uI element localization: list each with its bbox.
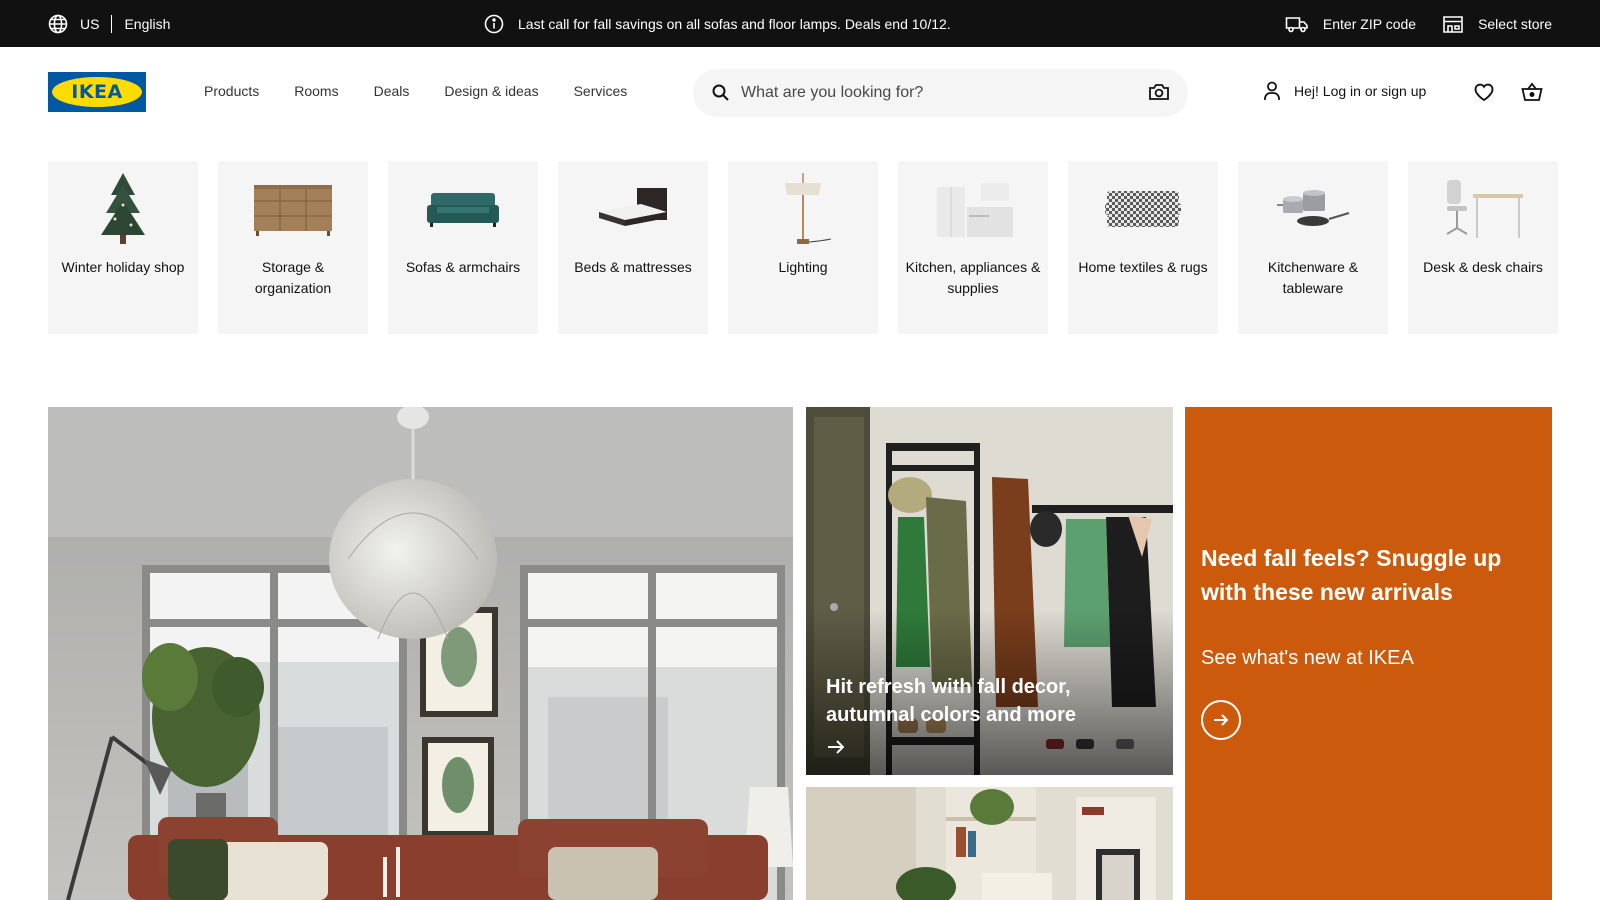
category-label: Lighting xyxy=(778,259,828,275)
category-tile-lighting[interactable]: Lighting xyxy=(728,161,878,334)
person-icon xyxy=(1262,80,1282,102)
category-tile-kitchen[interactable]: Kitchen, appliances & supplies xyxy=(898,161,1048,334)
zip-code-button[interactable]: Enter ZIP code xyxy=(1285,14,1416,34)
country-label[interactable]: US xyxy=(80,16,99,32)
dresser-image xyxy=(218,161,368,257)
nav-item-products[interactable]: Products xyxy=(204,80,259,102)
globe-icon xyxy=(48,14,68,34)
heart-icon[interactable] xyxy=(1473,82,1495,102)
search-icon[interactable] xyxy=(711,83,731,103)
select-store-button[interactable]: Select store xyxy=(1442,14,1552,34)
category-label: Kitchen, appliances & supplies xyxy=(905,259,1041,296)
arrow-right-icon[interactable] xyxy=(826,737,846,757)
top-promo-bar: US English Last call for fall savings on… xyxy=(0,0,1600,47)
nav-item-rooms[interactable]: Rooms xyxy=(294,80,338,102)
nav-item-deals[interactable]: Deals xyxy=(374,80,410,102)
category-label: Beds & mattresses xyxy=(574,259,692,275)
category-tile-beds[interactable]: Beds & mattresses xyxy=(558,161,708,334)
camera-icon[interactable] xyxy=(1148,82,1170,102)
logo-oval: IKEA xyxy=(52,77,142,107)
new-arrivals-card[interactable]: Need fall feels? Snuggle up with these n… xyxy=(1185,407,1552,900)
account-label: Hej! Log in or sign up xyxy=(1294,83,1427,99)
bed-image xyxy=(558,161,708,257)
category-tile-kitchenware[interactable]: Kitchenware & tableware xyxy=(1238,161,1388,334)
category-label: Desk & desk chairs xyxy=(1423,259,1543,275)
category-tile-sofas[interactable]: Sofas & armchairs xyxy=(388,161,538,334)
desk-chair-image xyxy=(1408,161,1558,257)
search-bar xyxy=(693,69,1188,117)
category-tile-textiles[interactable]: Home textiles & rugs xyxy=(1068,161,1218,334)
christmas-tree-image xyxy=(48,161,198,257)
search-input[interactable] xyxy=(741,79,1121,107)
promo-text: Last call for fall savings on all sofas … xyxy=(518,15,951,32)
new-arrivals-subtitle: See what's new at IKEA xyxy=(1201,647,1414,669)
locale-divider xyxy=(111,14,113,33)
category-label: Sofas & armchairs xyxy=(405,259,521,275)
locale-selector[interactable]: US English xyxy=(48,0,170,47)
category-row: Winter holiday shop Storage & organizati… xyxy=(48,161,1558,334)
sofa-image xyxy=(388,161,538,257)
cart-icon[interactable] xyxy=(1521,82,1543,102)
truck-icon xyxy=(1285,14,1309,34)
interior-shelf-card[interactable] xyxy=(806,787,1173,900)
nav-item-design-ideas[interactable]: Design & ideas xyxy=(444,80,538,102)
category-tile-winter-holiday[interactable]: Winter holiday shop xyxy=(48,161,198,334)
new-arrivals-title: Need fall feels? Snuggle up with these n… xyxy=(1201,545,1502,605)
main-nav: Products Rooms Deals Design & ideas Serv… xyxy=(204,80,627,102)
logo-text: IKEA xyxy=(71,81,123,103)
category-label: Storage & organization xyxy=(254,259,332,296)
category-tile-desks[interactable]: Desk & desk chairs xyxy=(1408,161,1558,334)
kitchen-image xyxy=(898,161,1048,257)
zip-code-label: Enter ZIP code xyxy=(1322,15,1417,32)
floor-lamp-image xyxy=(728,161,878,257)
category-label: Home textiles & rugs xyxy=(1078,259,1208,275)
promo-message[interactable]: Last call for fall savings on all sofas … xyxy=(484,0,951,47)
nav-item-services[interactable]: Services xyxy=(574,80,628,102)
info-icon xyxy=(484,14,504,34)
category-tile-storage[interactable]: Storage & organization xyxy=(218,161,368,334)
living-room-hero-image[interactable] xyxy=(48,407,793,900)
select-store-label: Select store xyxy=(1478,15,1552,32)
account-link[interactable]: Hej! Log in or sign up xyxy=(1262,80,1426,102)
category-label: Winter holiday shop xyxy=(61,259,185,275)
language-label[interactable]: English xyxy=(124,16,170,32)
fall-decor-caption: Hit refresh with fall decor, autumnal co… xyxy=(826,676,1077,726)
ikea-logo[interactable]: IKEA xyxy=(48,72,146,112)
new-arrivals-arrow-button[interactable] xyxy=(1201,700,1241,740)
folded-textiles-image xyxy=(1068,161,1218,257)
store-icon xyxy=(1442,14,1464,34)
arrow-right-icon xyxy=(1212,711,1230,729)
category-label: Kitchenware & tableware xyxy=(1267,259,1359,296)
fall-decor-card[interactable]: Hit refresh with fall decor, autumnal co… xyxy=(806,407,1173,775)
cookware-image xyxy=(1238,161,1388,257)
